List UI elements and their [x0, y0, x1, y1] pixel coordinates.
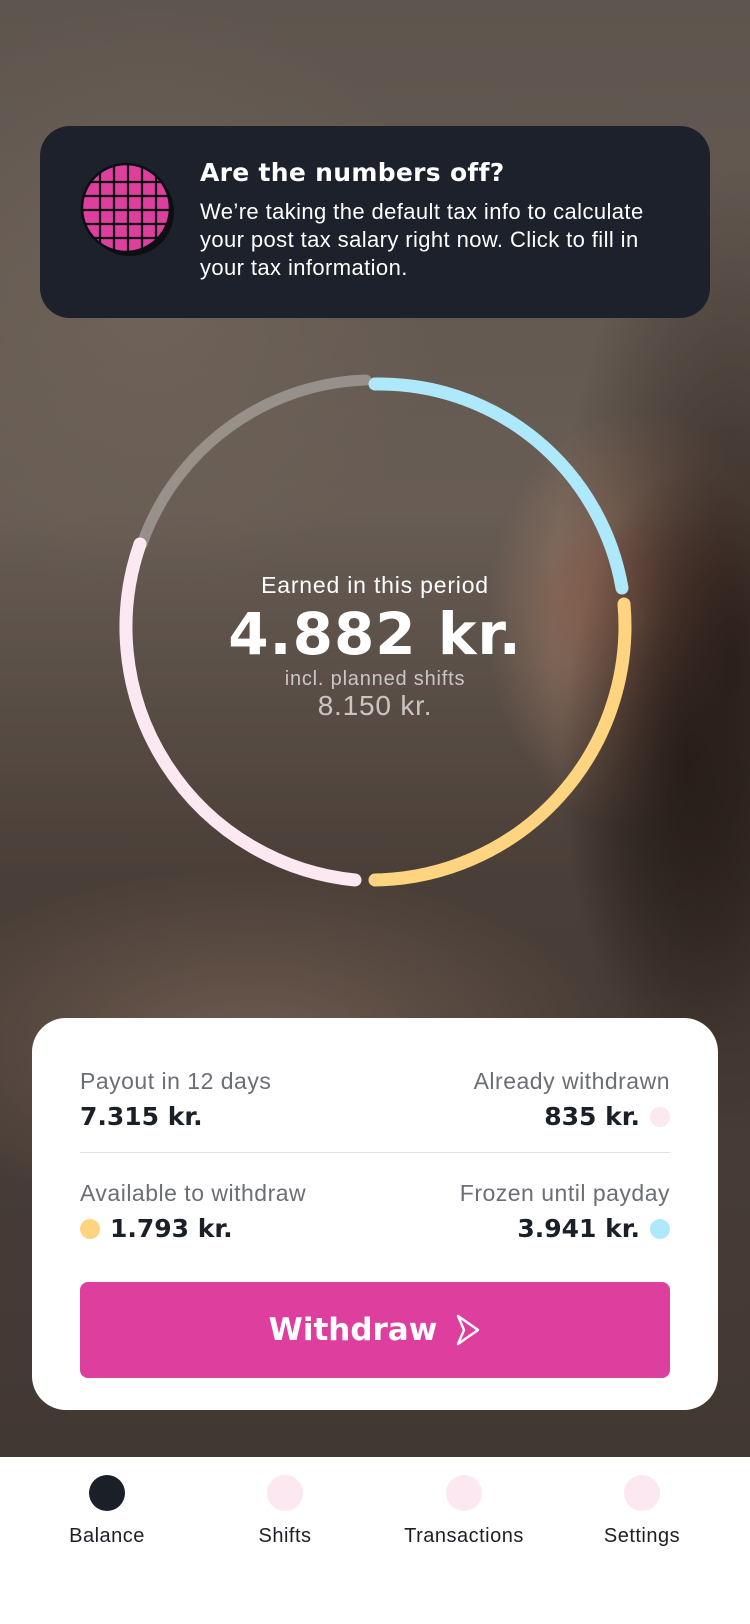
balance-icon — [89, 1475, 125, 1511]
withdrawn-value: 835 kr. — [544, 1102, 670, 1131]
withdraw-button[interactable]: Withdraw — [80, 1282, 670, 1378]
frozen-dot-icon — [650, 1218, 670, 1239]
bottom-nav: Balance Shifts Transactions Settings — [0, 1457, 750, 1624]
frozen-amount: 3.941 kr. — [517, 1214, 640, 1243]
ring-segment-frozen — [368, 377, 629, 595]
nav-label-shifts: Shifts — [258, 1525, 312, 1547]
nav-label-balance: Balance — [69, 1525, 145, 1547]
balance-card: Payout in 12 days 7.315 kr. Already with… — [32, 1018, 718, 1410]
shifts-icon — [267, 1475, 303, 1511]
available-label: Available to withdraw — [80, 1180, 307, 1206]
nav-item-balance[interactable]: Balance — [17, 1475, 197, 1548]
withdrawn-dot-icon — [650, 1106, 670, 1127]
transactions-icon — [446, 1475, 482, 1511]
payout-amount: 7.315 kr. — [80, 1102, 203, 1131]
planned-value: 8.150 kr. — [317, 690, 433, 721]
payout-value: 7.315 kr. — [80, 1102, 203, 1131]
available-dot-icon — [80, 1218, 100, 1239]
frozen-label: Frozen until payday — [459, 1180, 670, 1206]
withdrawn-label: Already withdrawn — [473, 1068, 670, 1094]
ring-segment-remaining — [136, 374, 372, 550]
available-value: 1.793 kr. — [80, 1214, 233, 1243]
earnings-ring — [119, 374, 632, 887]
card-divider — [80, 1152, 670, 1153]
earned-value: 4.882 kr. — [228, 600, 522, 668]
withdraw-label: Withdraw — [268, 1312, 438, 1348]
frozen-value: 3.941 kr. — [517, 1214, 670, 1243]
nav-label-settings: Settings — [603, 1525, 681, 1547]
chevron-right-icon — [457, 1314, 480, 1346]
earned-label: Earned in this period — [261, 572, 489, 598]
nav-item-shifts[interactable]: Shifts — [195, 1475, 375, 1548]
settings-icon — [624, 1475, 660, 1511]
planned-label: incl. planned shifts — [284, 668, 466, 690]
payout-label: Payout in 12 days — [80, 1068, 272, 1094]
nav-label-transactions: Transactions — [404, 1525, 524, 1547]
withdrawn-amount: 835 kr. — [544, 1102, 640, 1131]
nav-item-settings[interactable]: Settings — [552, 1475, 732, 1548]
available-amount: 1.793 kr. — [110, 1214, 233, 1243]
nav-item-transactions[interactable]: Transactions — [374, 1475, 554, 1548]
